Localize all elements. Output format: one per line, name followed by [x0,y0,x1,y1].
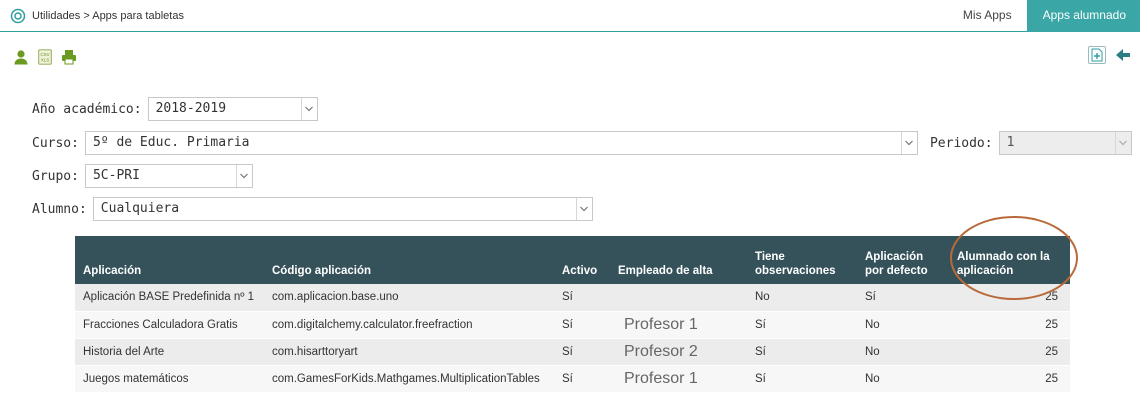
cell-observaciones: Sí [747,311,857,339]
alumno-select[interactable]: Cualquiera [92,197,593,221]
grupo-label: Grupo: [32,168,79,184]
apps-table: Aplicación Código aplicación Activo Empl… [75,236,1070,393]
cell-observaciones: Sí [747,338,857,366]
anio-value: 2018-2019 [155,101,227,116]
cell-empleado: Profesor 2 [610,338,747,366]
cell-aplicacion: Aplicación BASE Predefinida nº 1 [75,284,264,312]
col-header-alumnado[interactable]: Alumnado con la aplicación [949,236,1070,284]
cell-alumnado: 25 [949,365,1070,393]
col-header-aplicacion[interactable]: Aplicación [75,236,264,284]
col-header-observaciones[interactable]: Tiene observaciones [747,236,857,284]
cell-empleado: Profesor 1 [610,365,747,393]
cell-empleado [610,284,747,312]
table-row[interactable]: Aplicación BASE Predefinida nº 1 com.apl… [75,284,1070,312]
alumno-row: Alumno: Cualquiera [32,197,593,221]
chevron-down-icon [235,165,252,187]
curso-select[interactable]: 5º de Educ. Primaria [84,131,918,155]
cell-aplicacion: Historia del Arte [75,338,264,366]
cell-codigo: com.hisarttoryart [264,338,554,366]
cell-aplicacion: Fracciones Calculadora Gratis [75,311,264,339]
cell-codigo: com.GamesForKids.Mathgames.Multiplicatio… [264,365,554,393]
add-document-icon[interactable] [1088,46,1106,64]
col-header-activo[interactable]: Activo [554,236,610,284]
cell-defecto: Sí [857,284,949,312]
table-row[interactable]: Fracciones Calculadora Gratis com.digita… [75,311,1070,339]
alumno-label: Alumno: [32,201,87,217]
print-icon[interactable] [60,48,78,66]
periodo-label: Periodo: [929,135,993,151]
col-header-defecto[interactable]: Aplicación por defecto [857,236,949,284]
grupo-row: Grupo: 5C-PRI [32,164,253,188]
breadcrumb: Utilidades > Apps para tabletas [10,8,184,24]
cell-observaciones: Sí [747,365,857,393]
cell-defecto: No [857,311,949,339]
curso-row: Curso: 5º de Educ. Primaria Periodo: 1 [32,131,1132,155]
cell-defecto: No [857,338,949,366]
grupo-select[interactable]: 5C-PRI [84,164,253,188]
svg-text:CSV: CSV [40,52,49,57]
tab-apps-alumnado[interactable]: Apps alumnado [1026,0,1140,32]
anio-select[interactable]: 2018-2019 [147,97,318,121]
table-row[interactable]: Juegos matemáticos com.GamesForKids.Math… [75,365,1070,393]
col-header-empleado[interactable]: Empleado de alta [610,236,747,284]
table-header-row: Aplicación Código aplicación Activo Empl… [75,236,1070,284]
chevron-down-icon [900,132,917,154]
grupo-value: 5C-PRI [92,168,140,183]
anio-label: Año académico: [32,101,142,117]
cell-codigo: com.digitalchemy.calculator.freefraction [264,311,554,339]
tab-mis-apps[interactable]: Mis Apps [948,0,1027,32]
cell-aplicacion: Juegos matemáticos [75,365,264,393]
cell-empleado: Profesor 1 [610,311,747,339]
svg-text:XLS: XLS [41,58,50,63]
person-icon[interactable] [12,48,30,66]
cell-activo: Sí [554,284,610,312]
cell-alumnado: 25 [949,311,1070,339]
cell-alumnado: 25 [949,284,1070,312]
back-arrow-icon[interactable] [1114,46,1132,64]
chevron-down-icon [300,98,317,120]
chevron-down-icon [575,198,592,220]
cell-defecto: No [857,365,949,393]
curso-label: Curso: [32,135,79,151]
cell-observaciones: No [747,284,857,312]
cell-activo: Sí [554,338,610,366]
top-bar: Utilidades > Apps para tabletas Mis Apps… [0,0,1140,32]
cell-activo: Sí [554,365,610,393]
col-header-codigo[interactable]: Código aplicación [264,236,554,284]
table-row[interactable]: Historia del Arte com.hisarttoryart Sí P… [75,338,1070,366]
toolbar-right [1088,46,1132,64]
cell-alumnado: 25 [949,338,1070,366]
curso-value: 5º de Educ. Primaria [92,135,250,150]
cell-codigo: com.aplicacion.base.uno [264,284,554,312]
location-pin-icon [10,8,26,24]
alumno-value: Cualquiera [100,201,180,216]
periodo-value: 1 [1006,135,1015,150]
periodo-select[interactable]: 1 [998,131,1132,155]
anio-row: Año académico: 2018-2019 [32,97,318,121]
toolbar-left: CSV XLS [12,48,78,66]
cell-activo: Sí [554,311,610,339]
breadcrumb-text[interactable]: Utilidades > Apps para tabletas [32,10,184,22]
chevron-down-icon [1114,132,1131,154]
tab-bar: Mis Apps Apps alumnado [948,0,1140,32]
csv-xls-export-icon[interactable]: CSV XLS [36,48,54,66]
